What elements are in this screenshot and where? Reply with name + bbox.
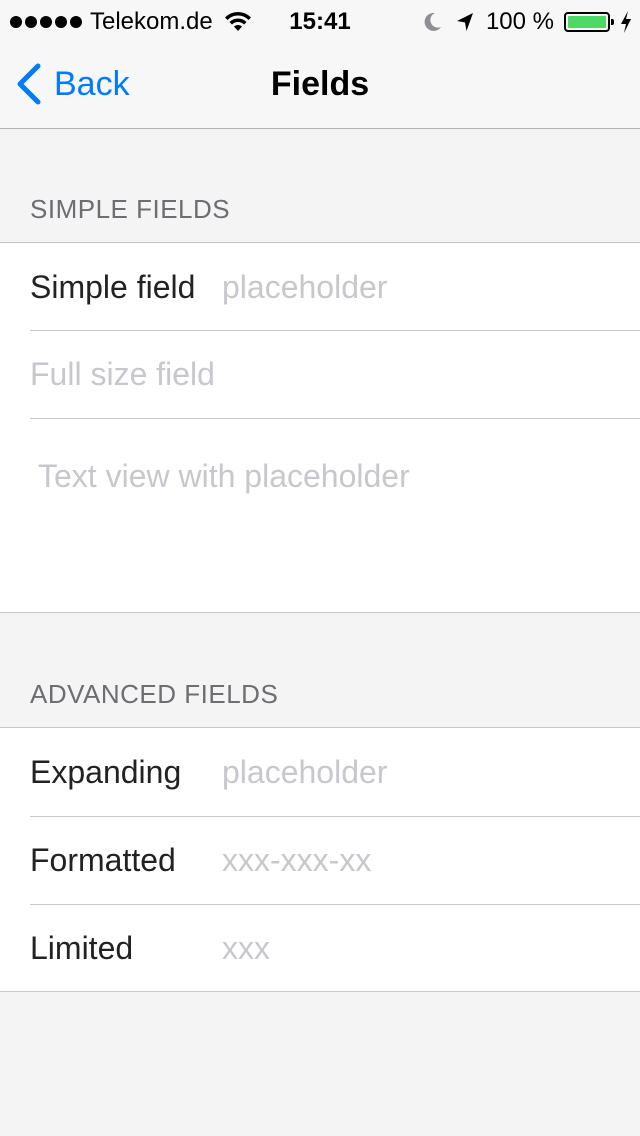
full-size-field-row: [0, 330, 640, 418]
wifi-icon: [224, 11, 251, 31]
formatted-field-row: Formatted: [0, 816, 640, 904]
formatted-field-label: Formatted: [30, 842, 176, 878]
status-left: Telekom.de: [10, 8, 253, 36]
simple-field-row: Simple field: [0, 243, 640, 331]
expanding-field-row: Expanding: [0, 728, 640, 816]
simple-field-input[interactable]: [222, 243, 622, 331]
expanding-field-label: Expanding: [30, 754, 182, 790]
navigation-bar: Back Fields: [0, 40, 640, 129]
moon-icon: [424, 12, 441, 31]
section-header-advanced: ADVANCED FIELDS: [30, 679, 279, 709]
signal-strength-icon: [10, 16, 82, 28]
battery-fill: [568, 16, 606, 28]
simple-field-label: Simple field: [30, 269, 196, 305]
back-label: Back: [54, 64, 130, 103]
chevron-left-icon: [17, 63, 41, 105]
text-view-row[interactable]: Text view with placeholder: [0, 418, 640, 612]
battery-percent: 100 %: [485, 8, 554, 35]
status-right: 100 %: [422, 8, 632, 36]
limited-field-label: Limited: [30, 930, 134, 966]
carrier-name: Telekom.de: [90, 8, 213, 35]
status-bar: Telekom.de 15:41 100 %: [0, 0, 640, 40]
limited-field-input[interactable]: [222, 904, 622, 992]
limited-field-row: Limited: [0, 904, 640, 992]
formatted-field-input[interactable]: [222, 816, 622, 904]
charging-bolt-icon: [621, 11, 631, 33]
expanding-field-input[interactable]: [222, 728, 622, 816]
section-header-simple: SIMPLE FIELDS: [30, 194, 231, 224]
location-arrow-icon: [456, 13, 473, 31]
back-button[interactable]: Back: [14, 62, 130, 106]
battery-icon: [564, 12, 614, 32]
full-size-field-input[interactable]: [30, 330, 620, 418]
advanced-fields-group: Expanding Formatted Limited: [0, 727, 640, 992]
simple-fields-group: Simple field Text view with placeholder: [0, 242, 640, 613]
text-view-placeholder: Text view with placeholder: [38, 458, 410, 494]
